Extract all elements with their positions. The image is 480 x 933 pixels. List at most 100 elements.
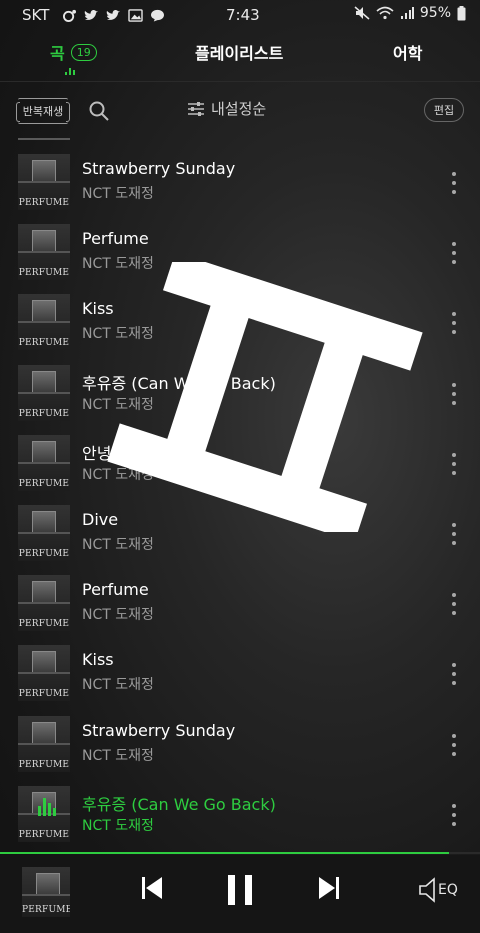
mini-player: PERFUME EQ <box>0 855 480 933</box>
album-art: PERFUME <box>18 716 70 772</box>
status-right: 95% <box>354 5 466 21</box>
now-playing-bars-icon <box>38 794 58 816</box>
more-vertical-icon[interactable] <box>446 312 462 334</box>
song-title: Kiss <box>82 299 114 318</box>
now-playing-album-art[interactable]: PERFUME <box>22 867 70 917</box>
song-artist: NCT 도재정 <box>82 607 154 623</box>
song-row[interactable]: PERFUME Kiss NCT 도재정 <box>0 290 480 354</box>
more-vertical-icon[interactable] <box>446 663 462 685</box>
mute-icon <box>354 6 370 20</box>
song-title: Perfume <box>82 229 149 248</box>
signal-icon <box>400 7 414 19</box>
song-artist: NCT 도재정 <box>82 748 154 764</box>
edit-button[interactable]: 편집 <box>424 98 464 122</box>
song-row[interactable]: PERFUME 후유증 (Can We Go Back) NCT 도재정 <box>0 361 480 425</box>
album-art: PERFUME <box>18 294 70 350</box>
now-playing-indicator-icon <box>65 67 79 75</box>
album-art: PERFUME <box>18 786 70 842</box>
album-art-label: PERFUME <box>18 619 70 629</box>
album-art-label: PERFUME <box>18 689 70 699</box>
song-title: Kiss <box>82 650 114 669</box>
chat-icon <box>151 9 165 22</box>
song-row[interactable]: PERFUME Dive NCT 도재정 <box>0 501 480 565</box>
sliders-icon <box>188 101 204 116</box>
pause-icon[interactable] <box>225 873 255 907</box>
more-vertical-icon[interactable] <box>446 453 462 475</box>
song-row[interactable]: PERFUME Perfume NCT 도재정 <box>0 220 480 284</box>
album-art-label: PERFUME <box>18 830 70 840</box>
list-toolbar: 반복재생 내설정순 편집 <box>0 90 480 132</box>
song-artist: NCT 도재정 <box>82 467 154 483</box>
twitter-icon <box>85 9 99 20</box>
song-title: Strawberry Sunday <box>82 721 236 740</box>
album-art-label: PERFUME <box>18 549 70 559</box>
more-vertical-icon[interactable] <box>446 734 462 756</box>
equalizer-icon <box>419 877 435 903</box>
repeat-button[interactable]: 반복재생 <box>16 98 70 124</box>
twitter-icon <box>107 9 121 20</box>
album-art: PERFUME <box>18 645 70 701</box>
album-art: PERFUME <box>18 575 70 631</box>
tab-language[interactable]: 어학 <box>393 40 422 64</box>
song-title: Dive <box>82 510 119 529</box>
sort-button[interactable]: 내설정순 <box>187 98 266 119</box>
song-row[interactable]: PERFUME Strawberry Sunday NCT 도재정 <box>0 712 480 776</box>
album-art-label: PERFUME <box>18 409 70 419</box>
status-left: SKT <box>22 6 165 24</box>
clock: 7:43 <box>226 6 260 24</box>
status-bar: SKT 7:43 95% <box>0 0 480 30</box>
album-art: PERFUME <box>18 365 70 421</box>
song-row[interactable]: PERFUME Strawberry Sunday NCT 도재정 <box>0 150 480 214</box>
song-row[interactable]: PERFUME Perfume NCT 도재정 <box>0 571 480 635</box>
more-vertical-icon[interactable] <box>446 242 462 264</box>
album-art: PERFUME <box>18 224 70 280</box>
song-title: Strawberry Sunday <box>82 159 236 178</box>
album-art: PERFUME <box>18 154 70 210</box>
song-artist: NCT 도재정 <box>82 397 154 413</box>
more-vertical-icon[interactable] <box>446 523 462 545</box>
music-player-app: SKT 7:43 95% 곡 19 플레이리스트 어학 반복재생 내설정순 편집… <box>0 0 480 933</box>
more-vertical-icon[interactable] <box>446 172 462 194</box>
carrier-label: SKT <box>22 6 50 24</box>
song-artist: NCT 도재정 <box>82 256 154 272</box>
album-art-label: PERFUME <box>18 479 70 489</box>
list-top-divider <box>18 138 70 140</box>
playback-progress-bar[interactable] <box>0 852 480 854</box>
gallery-icon <box>128 8 144 22</box>
album-art-label: PERFUME <box>18 338 70 348</box>
tab-playlist[interactable]: 플레이리스트 <box>195 40 283 64</box>
tab-bar: 곡 19 플레이리스트 어학 <box>0 32 480 82</box>
wifi-icon <box>376 6 394 20</box>
battery-icon <box>457 5 466 20</box>
skip-next-icon[interactable] <box>317 875 341 901</box>
more-vertical-icon[interactable] <box>446 383 462 405</box>
song-artist: NCT 도재정 <box>82 537 154 553</box>
song-count-badge: 19 <box>70 43 97 61</box>
album-art-label: PERFUME <box>18 198 70 208</box>
album-art-label: PERFUME <box>18 760 70 770</box>
song-artist: NCT 도재정 <box>82 326 154 342</box>
album-art-label: PERFUME <box>22 905 70 915</box>
eq-label: EQ <box>438 882 458 898</box>
song-artist: NCT 도재정 <box>82 186 154 202</box>
song-row[interactable]: PERFUME 후유증 (Can We Go Back) NCT 도재정 <box>0 782 480 846</box>
song-row[interactable]: PERFUME Kiss NCT 도재정 <box>0 641 480 705</box>
tab-songs[interactable]: 곡 19 <box>50 40 97 64</box>
song-title: 후유증 (Can We Go Back) <box>82 795 276 814</box>
song-row[interactable]: PERFUME 안녕 NCT 도재정 <box>0 431 480 495</box>
song-artist: NCT 도재정 <box>82 677 154 693</box>
search-icon[interactable] <box>88 100 110 122</box>
sort-label: 내설정순 <box>211 100 267 118</box>
skip-previous-icon[interactable] <box>140 875 164 901</box>
more-vertical-icon[interactable] <box>446 804 462 826</box>
song-title: Perfume <box>82 580 149 599</box>
equalizer-button[interactable]: EQ <box>418 877 458 903</box>
song-artist: NCT 도재정 <box>82 818 154 834</box>
song-title: 후유증 (Can We Go Back) <box>82 374 276 393</box>
battery-percent: 95% <box>419 5 451 21</box>
playback-progress-fill <box>0 852 449 854</box>
album-art-label: PERFUME <box>18 268 70 278</box>
notification-icon <box>63 9 77 22</box>
more-vertical-icon[interactable] <box>446 593 462 615</box>
tab-songs-label: 곡 <box>50 44 65 63</box>
